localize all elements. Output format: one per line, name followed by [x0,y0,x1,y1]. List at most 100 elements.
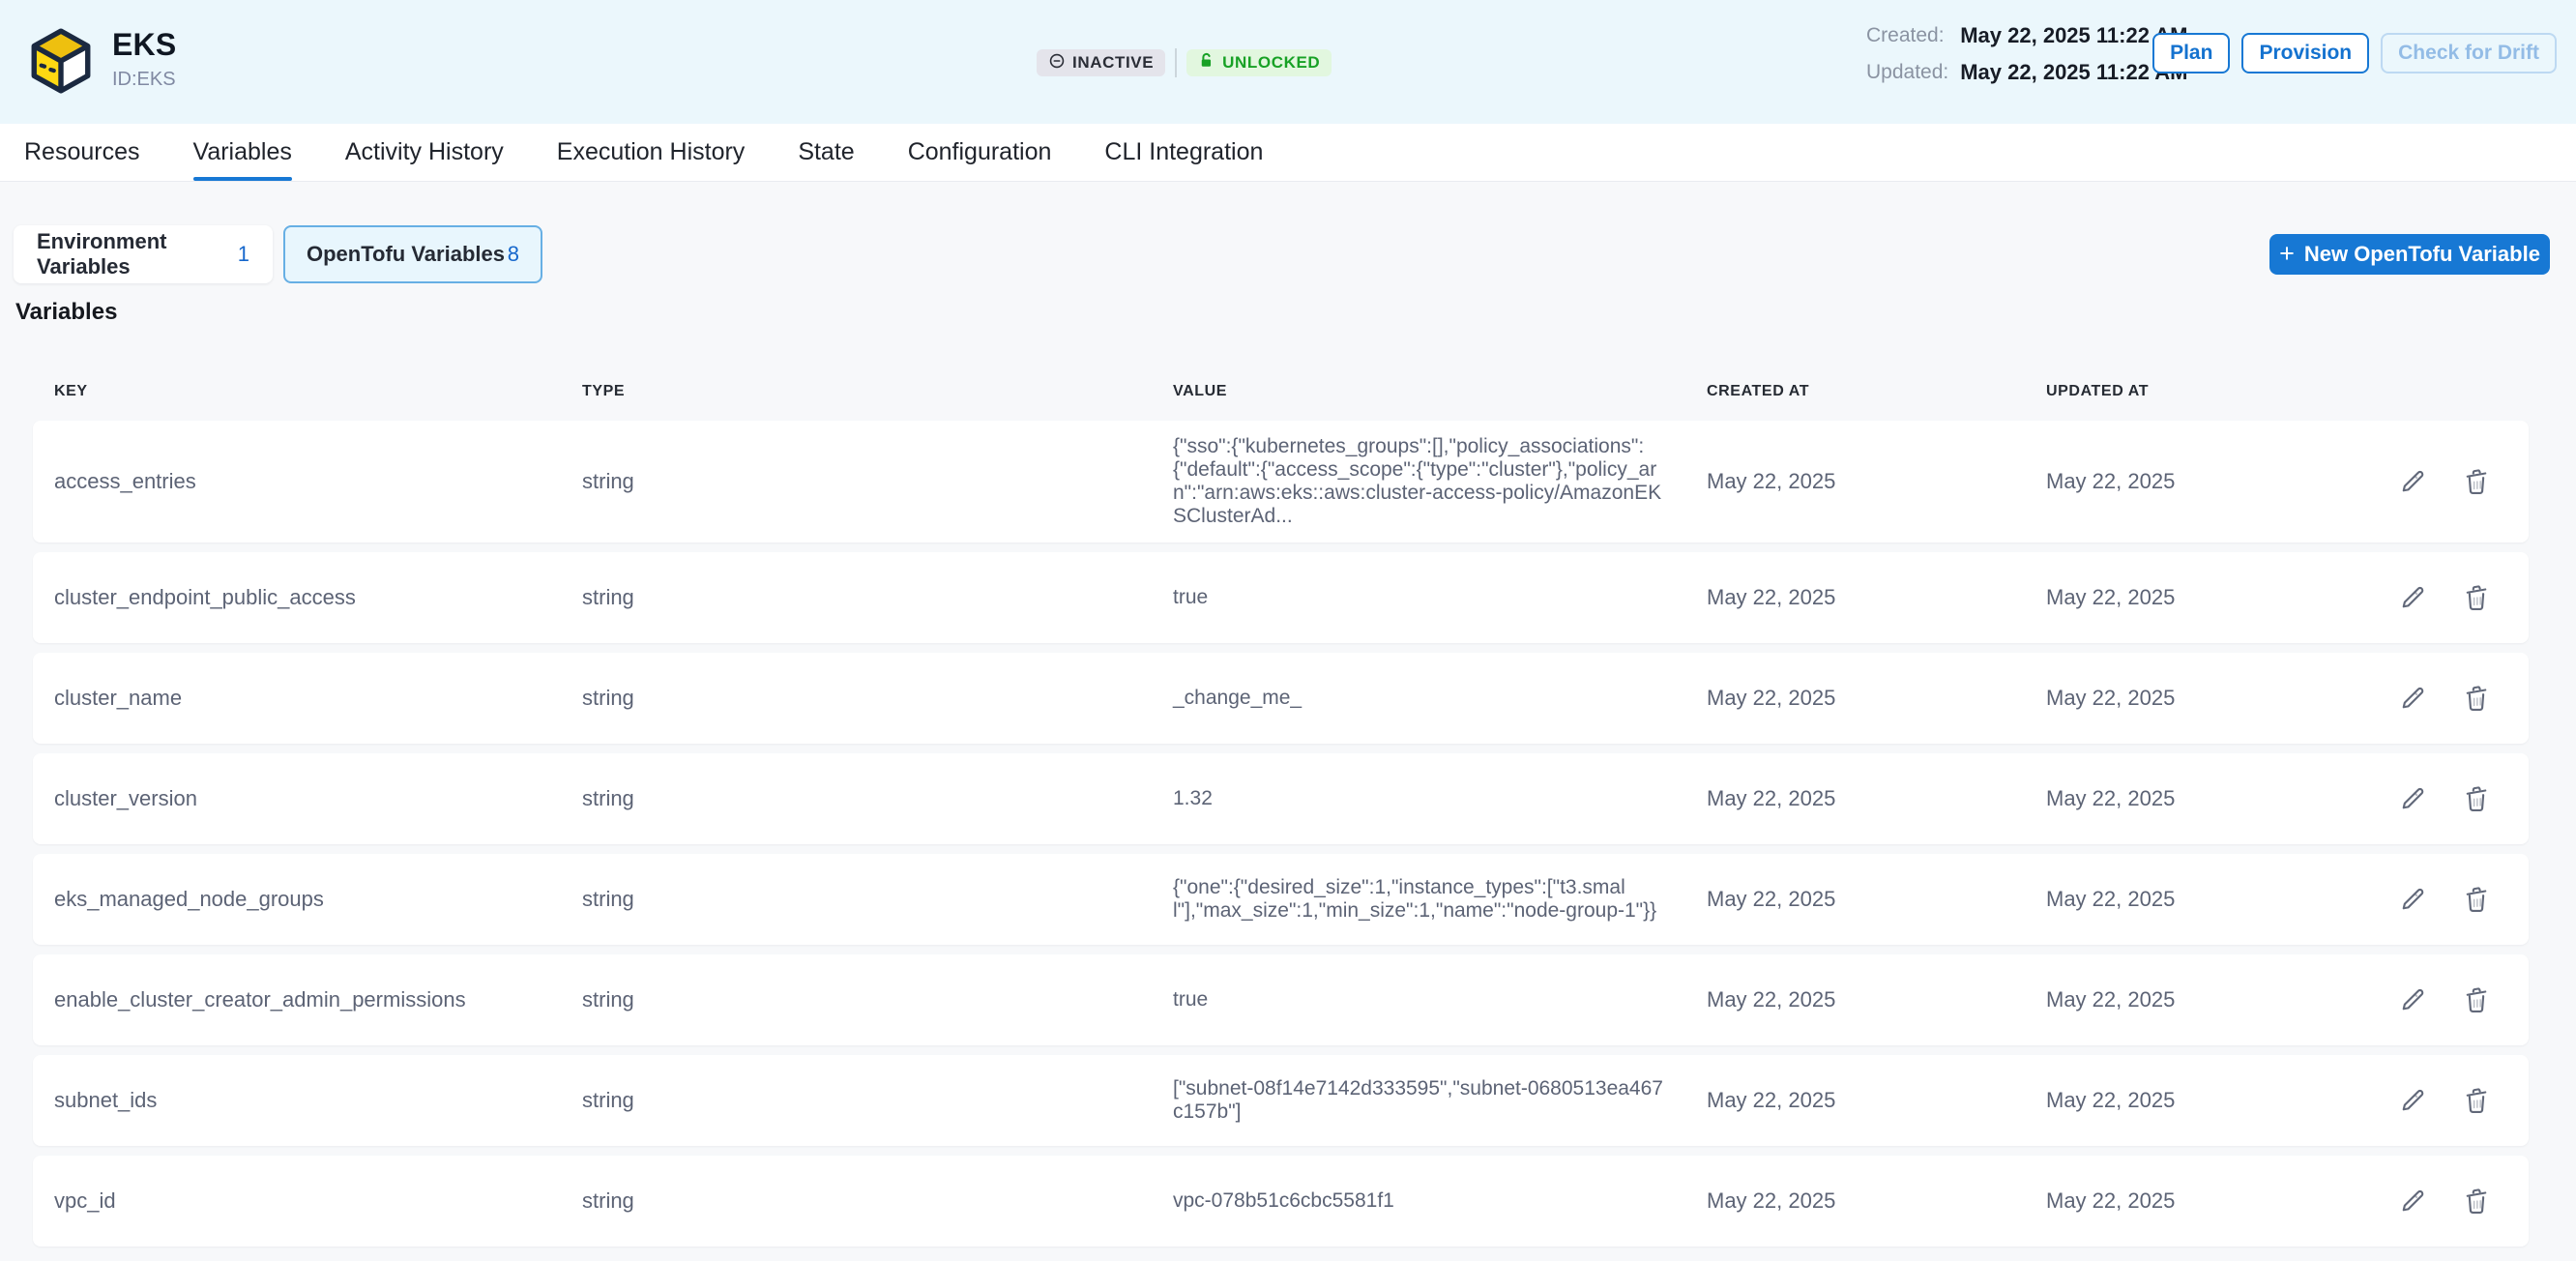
variable-key: enable_cluster_creator_admin_permissions [54,987,582,1012]
status-badge-label: INACTIVE [1072,53,1154,73]
created-label: Created: [1866,24,1948,47]
edit-pencil-icon[interactable] [2398,583,2427,612]
subtab-environment-label: Environment Variables [37,229,238,279]
table-row: access_entries string {"sso":{"kubernete… [33,421,2529,543]
variable-updated-at: May 22, 2025 [2046,887,2362,912]
column-header-type: TYPE [582,383,1173,400]
variable-created-at: May 22, 2025 [1707,987,2046,1012]
delete-trash-icon[interactable] [2462,684,2491,713]
variable-updated-at: May 22, 2025 [2046,686,2362,711]
tab-state[interactable]: State [798,124,854,181]
subtab-environment-variables[interactable]: Environment Variables 1 [14,225,273,283]
table-row: vpc_id string vpc-078b51c6cbc5581f1 May … [33,1156,2529,1246]
variable-type: string [582,585,1173,610]
variable-key: cluster_version [54,786,582,811]
column-header-created-at: CREATED AT [1707,383,2046,400]
tab-bar: Resources Variables Activity History Execut… [0,124,2576,182]
unlock-icon [1198,52,1215,74]
edit-pencil-icon[interactable] [2398,1187,2427,1216]
column-header-key: KEY [54,383,582,400]
variable-created-at: May 22, 2025 [1707,469,2046,494]
edit-pencil-icon[interactable] [2398,467,2427,496]
variable-updated-at: May 22, 2025 [2046,786,2362,811]
variable-key: access_entries [54,469,582,494]
subtab-opentofu-variables[interactable]: OpenTofu Variables 8 [283,225,542,283]
variable-value: {"sso":{"kubernetes_groups":[],"policy_a… [1173,435,1685,528]
variable-value: true [1173,586,1685,609]
subtab-opentofu-label: OpenTofu Variables [307,242,505,267]
variable-updated-at: May 22, 2025 [2046,469,2362,494]
section-title: Variables [15,299,2550,326]
provision-button[interactable]: Provision [2241,33,2369,73]
lock-badge-label: UNLOCKED [1222,53,1320,73]
variable-key: cluster_name [54,686,582,711]
page-header: EKS ID:EKS INACTIVE [0,0,2576,124]
variables-content: Environment Variables 1 OpenTofu Variabl… [0,182,2576,1246]
updated-label: Updated: [1866,61,1948,84]
variable-value: true [1173,988,1685,1012]
tab-cli-integration[interactable]: CLI Integration [1104,124,1263,181]
table-row: cluster_version string 1.32 May 22, 2025… [33,753,2529,844]
plan-button[interactable]: Plan [2152,33,2230,73]
workspace-page: EKS ID:EKS INACTIVE [0,0,2576,1261]
edit-pencil-icon[interactable] [2398,784,2427,813]
variable-key: subnet_ids [54,1088,582,1113]
minus-circle-icon [1048,52,1066,74]
variable-type: string [582,786,1173,811]
table-row: cluster_endpoint_public_access string tr… [33,552,2529,643]
tab-variables[interactable]: Variables [193,124,292,181]
delete-trash-icon[interactable] [2462,885,2491,914]
variables-table-body: access_entries string {"sso":{"kubernete… [33,421,2529,1246]
plus-icon: + [2279,241,2295,267]
edit-pencil-icon[interactable] [2398,1086,2427,1115]
variable-updated-at: May 22, 2025 [2046,585,2362,610]
edit-pencil-icon[interactable] [2398,684,2427,713]
new-opentofu-variable-label: New OpenTofu Variable [2304,242,2540,267]
table-row: subnet_ids string ["subnet-08f14e7142d33… [33,1055,2529,1146]
variable-key: cluster_endpoint_public_access [54,585,582,610]
tab-execution-history[interactable]: Execution History [557,124,746,181]
variable-created-at: May 22, 2025 [1707,585,2046,610]
table-row: enable_cluster_creator_admin_permissions… [33,954,2529,1045]
variable-type: string [582,469,1173,494]
variable-updated-at: May 22, 2025 [2046,1088,2362,1113]
edit-pencil-icon[interactable] [2398,885,2427,914]
delete-trash-icon[interactable] [2462,1086,2491,1115]
delete-trash-icon[interactable] [2462,467,2491,496]
variable-value: _change_me_ [1173,687,1685,710]
column-header-updated-at: UPDATED AT [2046,383,2362,400]
variable-created-at: May 22, 2025 [1707,686,2046,711]
variable-updated-at: May 22, 2025 [2046,1188,2362,1214]
variable-value: vpc-078b51c6cbc5581f1 [1173,1189,1685,1213]
delete-trash-icon[interactable] [2462,583,2491,612]
spacer [542,225,2269,283]
tab-configuration[interactable]: Configuration [908,124,1052,181]
check-for-drift-button[interactable]: Check for Drift [2381,33,2557,73]
table-row: eks_managed_node_groups string {"one":{"… [33,854,2529,945]
lock-badge: UNLOCKED [1186,49,1332,76]
subtab-opentofu-count: 8 [508,242,519,267]
column-header-value: VALUE [1173,383,1707,400]
edit-pencil-icon[interactable] [2398,985,2427,1014]
variable-key: eks_managed_node_groups [54,887,582,912]
variable-type: string [582,1188,1173,1214]
subtab-environment-count: 1 [238,242,249,267]
delete-trash-icon[interactable] [2462,985,2491,1014]
page-subtitle: ID:EKS [112,69,176,91]
variable-type: string [582,887,1173,912]
delete-trash-icon[interactable] [2462,784,2491,813]
tab-activity-history[interactable]: Activity History [345,124,504,181]
variable-created-at: May 22, 2025 [1707,786,2046,811]
status-badge: INACTIVE [1037,49,1165,76]
new-opentofu-variable-button[interactable]: + New OpenTofu Variable [2269,234,2550,275]
variable-type: string [582,686,1173,711]
tab-resources[interactable]: Resources [24,124,140,181]
variable-created-at: May 22, 2025 [1707,887,2046,912]
delete-trash-icon[interactable] [2462,1187,2491,1216]
variable-type: string [582,987,1173,1012]
variable-value: 1.32 [1173,787,1685,810]
timestamps: Created: May 22, 2025 11:22 AM Updated: … [1866,23,2187,85]
variable-type: string [582,1088,1173,1113]
badge-divider [1175,48,1177,77]
table-header-row: KEYTYPEVALUECREATED ATUPDATED AT [33,372,2529,411]
